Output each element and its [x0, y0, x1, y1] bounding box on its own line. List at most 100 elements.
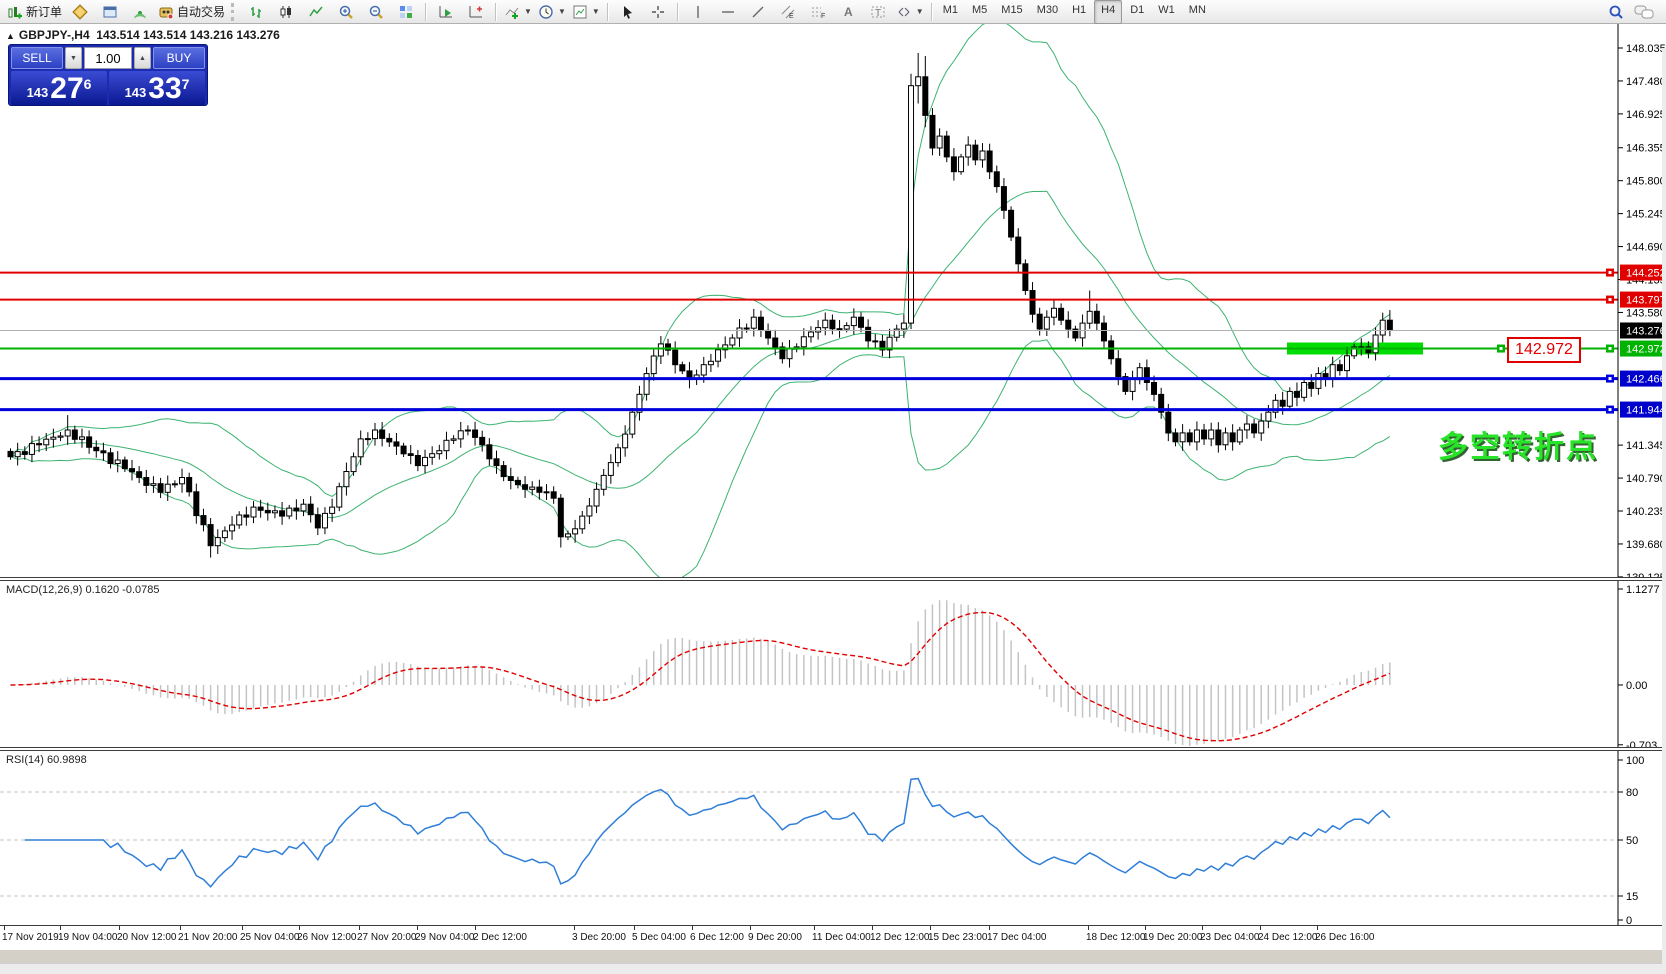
- time-axis-label: 20 Nov 12:00: [117, 932, 177, 943]
- arrows-button[interactable]: ▼: [893, 1, 927, 23]
- timeframe-button-w1[interactable]: W1: [1152, 1, 1181, 23]
- time-tick-mark: [1202, 926, 1203, 930]
- main-price-pane[interactable]: 148.035147.480146.925146.355145.800145.2…: [0, 24, 1666, 577]
- toolbar-separator: [677, 3, 679, 21]
- timeframe-button-m30[interactable]: M30: [1031, 1, 1064, 23]
- main-chart-canvas[interactable]: 148.035147.480146.925146.355145.800145.2…: [0, 24, 1666, 577]
- volume-decrease-button[interactable]: ▼: [65, 47, 82, 69]
- turning-point-annotation[interactable]: 多空转折点: [1438, 422, 1598, 466]
- svg-text:142.972: 142.972: [1626, 344, 1666, 356]
- crosshair-button[interactable]: [643, 1, 673, 23]
- time-tick-mark: [1145, 926, 1146, 930]
- svg-text:F: F: [821, 13, 825, 20]
- auto-scroll-icon: [438, 4, 454, 20]
- trendline-button[interactable]: [743, 1, 773, 23]
- volume-increase-button[interactable]: ▲: [134, 47, 151, 69]
- volume-input[interactable]: 1.00: [84, 47, 132, 69]
- time-axis-label: 12 Dec 12:00: [870, 932, 930, 943]
- candlestick-button[interactable]: [271, 1, 301, 23]
- cursor-button[interactable]: [613, 1, 643, 23]
- time-tick-mark: [417, 926, 418, 930]
- fibonacci-icon: F: [810, 4, 826, 20]
- toolbar-separator: [607, 3, 609, 21]
- time-axis-label: 19 Dec 20:00: [1143, 932, 1203, 943]
- sell-button[interactable]: SELL: [11, 47, 63, 69]
- timeframe-button-d1[interactable]: D1: [1124, 1, 1150, 23]
- timeframe-button-m5[interactable]: M5: [966, 1, 993, 23]
- zoom-in-button[interactable]: [331, 1, 361, 23]
- time-axis-label: 6 Dec 12:00: [690, 932, 744, 943]
- rsi-canvas[interactable]: 1008050150: [0, 751, 1666, 925]
- bar-chart-button[interactable]: [241, 1, 271, 23]
- periods-button[interactable]: ▼: [535, 1, 569, 23]
- vertical-line-button[interactable]: [683, 1, 713, 23]
- signal-icon: [132, 4, 148, 20]
- dropdown-arrow-icon: ▼: [916, 7, 924, 16]
- right-edge-strip: [1662, 48, 1666, 973]
- new-order-button[interactable]: 新订单: [4, 1, 65, 23]
- time-axis[interactable]: 17 Nov 201919 Nov 04:0020 Nov 12:0021 No…: [0, 925, 1666, 950]
- toolbar-separator: [931, 3, 933, 21]
- zoom-out-button[interactable]: [361, 1, 391, 23]
- time-axis-label: 9 Dec 20:00: [748, 932, 802, 943]
- collapse-arrow-icon[interactable]: ▲: [6, 31, 15, 41]
- rsi-axis-tick: 15: [1626, 891, 1638, 903]
- time-tick-mark: [475, 926, 476, 930]
- dropdown-arrow-icon: ▼: [524, 7, 532, 16]
- time-axis-label: 27 Nov 20:00: [357, 932, 417, 943]
- sell-price-display[interactable]: 143 27 6: [11, 71, 107, 105]
- time-axis-label: 21 Nov 20:00: [178, 932, 238, 943]
- tile-windows-button[interactable]: [391, 1, 421, 23]
- svg-text:144.252: 144.252: [1626, 268, 1666, 280]
- time-tick-mark: [299, 926, 300, 930]
- time-axis-label: 26 Nov 12:00: [297, 932, 357, 943]
- buy-button[interactable]: BUY: [153, 47, 205, 69]
- timeframe-button-m1[interactable]: M1: [937, 1, 964, 23]
- time-axis-label: 24 Dec 12:00: [1258, 932, 1318, 943]
- line-chart-button[interactable]: [301, 1, 331, 23]
- time-tick-mark: [1317, 926, 1318, 930]
- candlestick-icon: [278, 4, 294, 20]
- rsi-label: RSI(14) 60.9898: [6, 754, 87, 766]
- trendline-icon: [750, 4, 766, 20]
- fibonacci-button[interactable]: F: [803, 1, 833, 23]
- window-icon: [102, 4, 118, 20]
- chart-shift-button[interactable]: [461, 1, 491, 23]
- auto-scroll-button[interactable]: [431, 1, 461, 23]
- time-tick-mark: [814, 926, 815, 930]
- timeframe-button-m15[interactable]: M15: [995, 1, 1028, 23]
- rsi-axis-tick: 80: [1626, 787, 1638, 799]
- profile-button[interactable]: [65, 1, 95, 23]
- rsi-line: [25, 779, 1390, 887]
- signals-button[interactable]: [125, 1, 155, 23]
- chart-window[interactable]: 148.035147.480146.925146.355145.800145.2…: [0, 24, 1666, 949]
- horizontal-line-button[interactable]: [713, 1, 743, 23]
- macd-pane[interactable]: 1.12770.00-0.703 MACD(12,26,9) 0.1620 -0…: [0, 581, 1666, 747]
- timeframe-button-mn[interactable]: MN: [1183, 1, 1212, 23]
- templates-button[interactable]: ▼: [569, 1, 603, 23]
- time-axis-label: 23 Dec 04:00: [1200, 932, 1260, 943]
- timeframe-button-h1[interactable]: H1: [1066, 1, 1092, 23]
- time-axis-label: 11 Dec 04:00: [812, 932, 871, 943]
- ohlc-values: 143.514 143.514 143.216 143.276: [96, 28, 280, 42]
- template-icon: [572, 4, 588, 20]
- buy-price-display[interactable]: 143 33 7: [109, 71, 205, 105]
- bottom-scroll-strip[interactable]: [0, 963, 1666, 974]
- timeframe-button-h4[interactable]: H4: [1094, 0, 1122, 24]
- price-callout-box[interactable]: 142.972: [1507, 337, 1581, 363]
- chat-icon[interactable]: [1634, 4, 1654, 20]
- market-watch-button[interactable]: [95, 1, 125, 23]
- price-axis-tick: 148.035: [1626, 43, 1666, 55]
- text-label-button[interactable]: T: [863, 1, 893, 23]
- channel-button[interactable]: E: [773, 1, 803, 23]
- text-button[interactable]: A: [833, 1, 863, 23]
- price-axis-tick: 146.355: [1626, 143, 1666, 155]
- zoom-in-icon: [338, 4, 354, 20]
- indicators-button[interactable]: ▼: [501, 1, 535, 23]
- auto-trading-button[interactable]: 自动交易: [155, 1, 228, 23]
- mt4-window: { "toolbar": { "new_order_label": "新订单",…: [0, 0, 1666, 949]
- macd-canvas[interactable]: 1.12770.00-0.703: [0, 581, 1666, 747]
- rsi-pane[interactable]: 1008050150 RSI(14) 60.9898: [0, 751, 1666, 925]
- price-axis-tick: 147.480: [1626, 76, 1666, 88]
- search-icon[interactable]: [1608, 4, 1624, 20]
